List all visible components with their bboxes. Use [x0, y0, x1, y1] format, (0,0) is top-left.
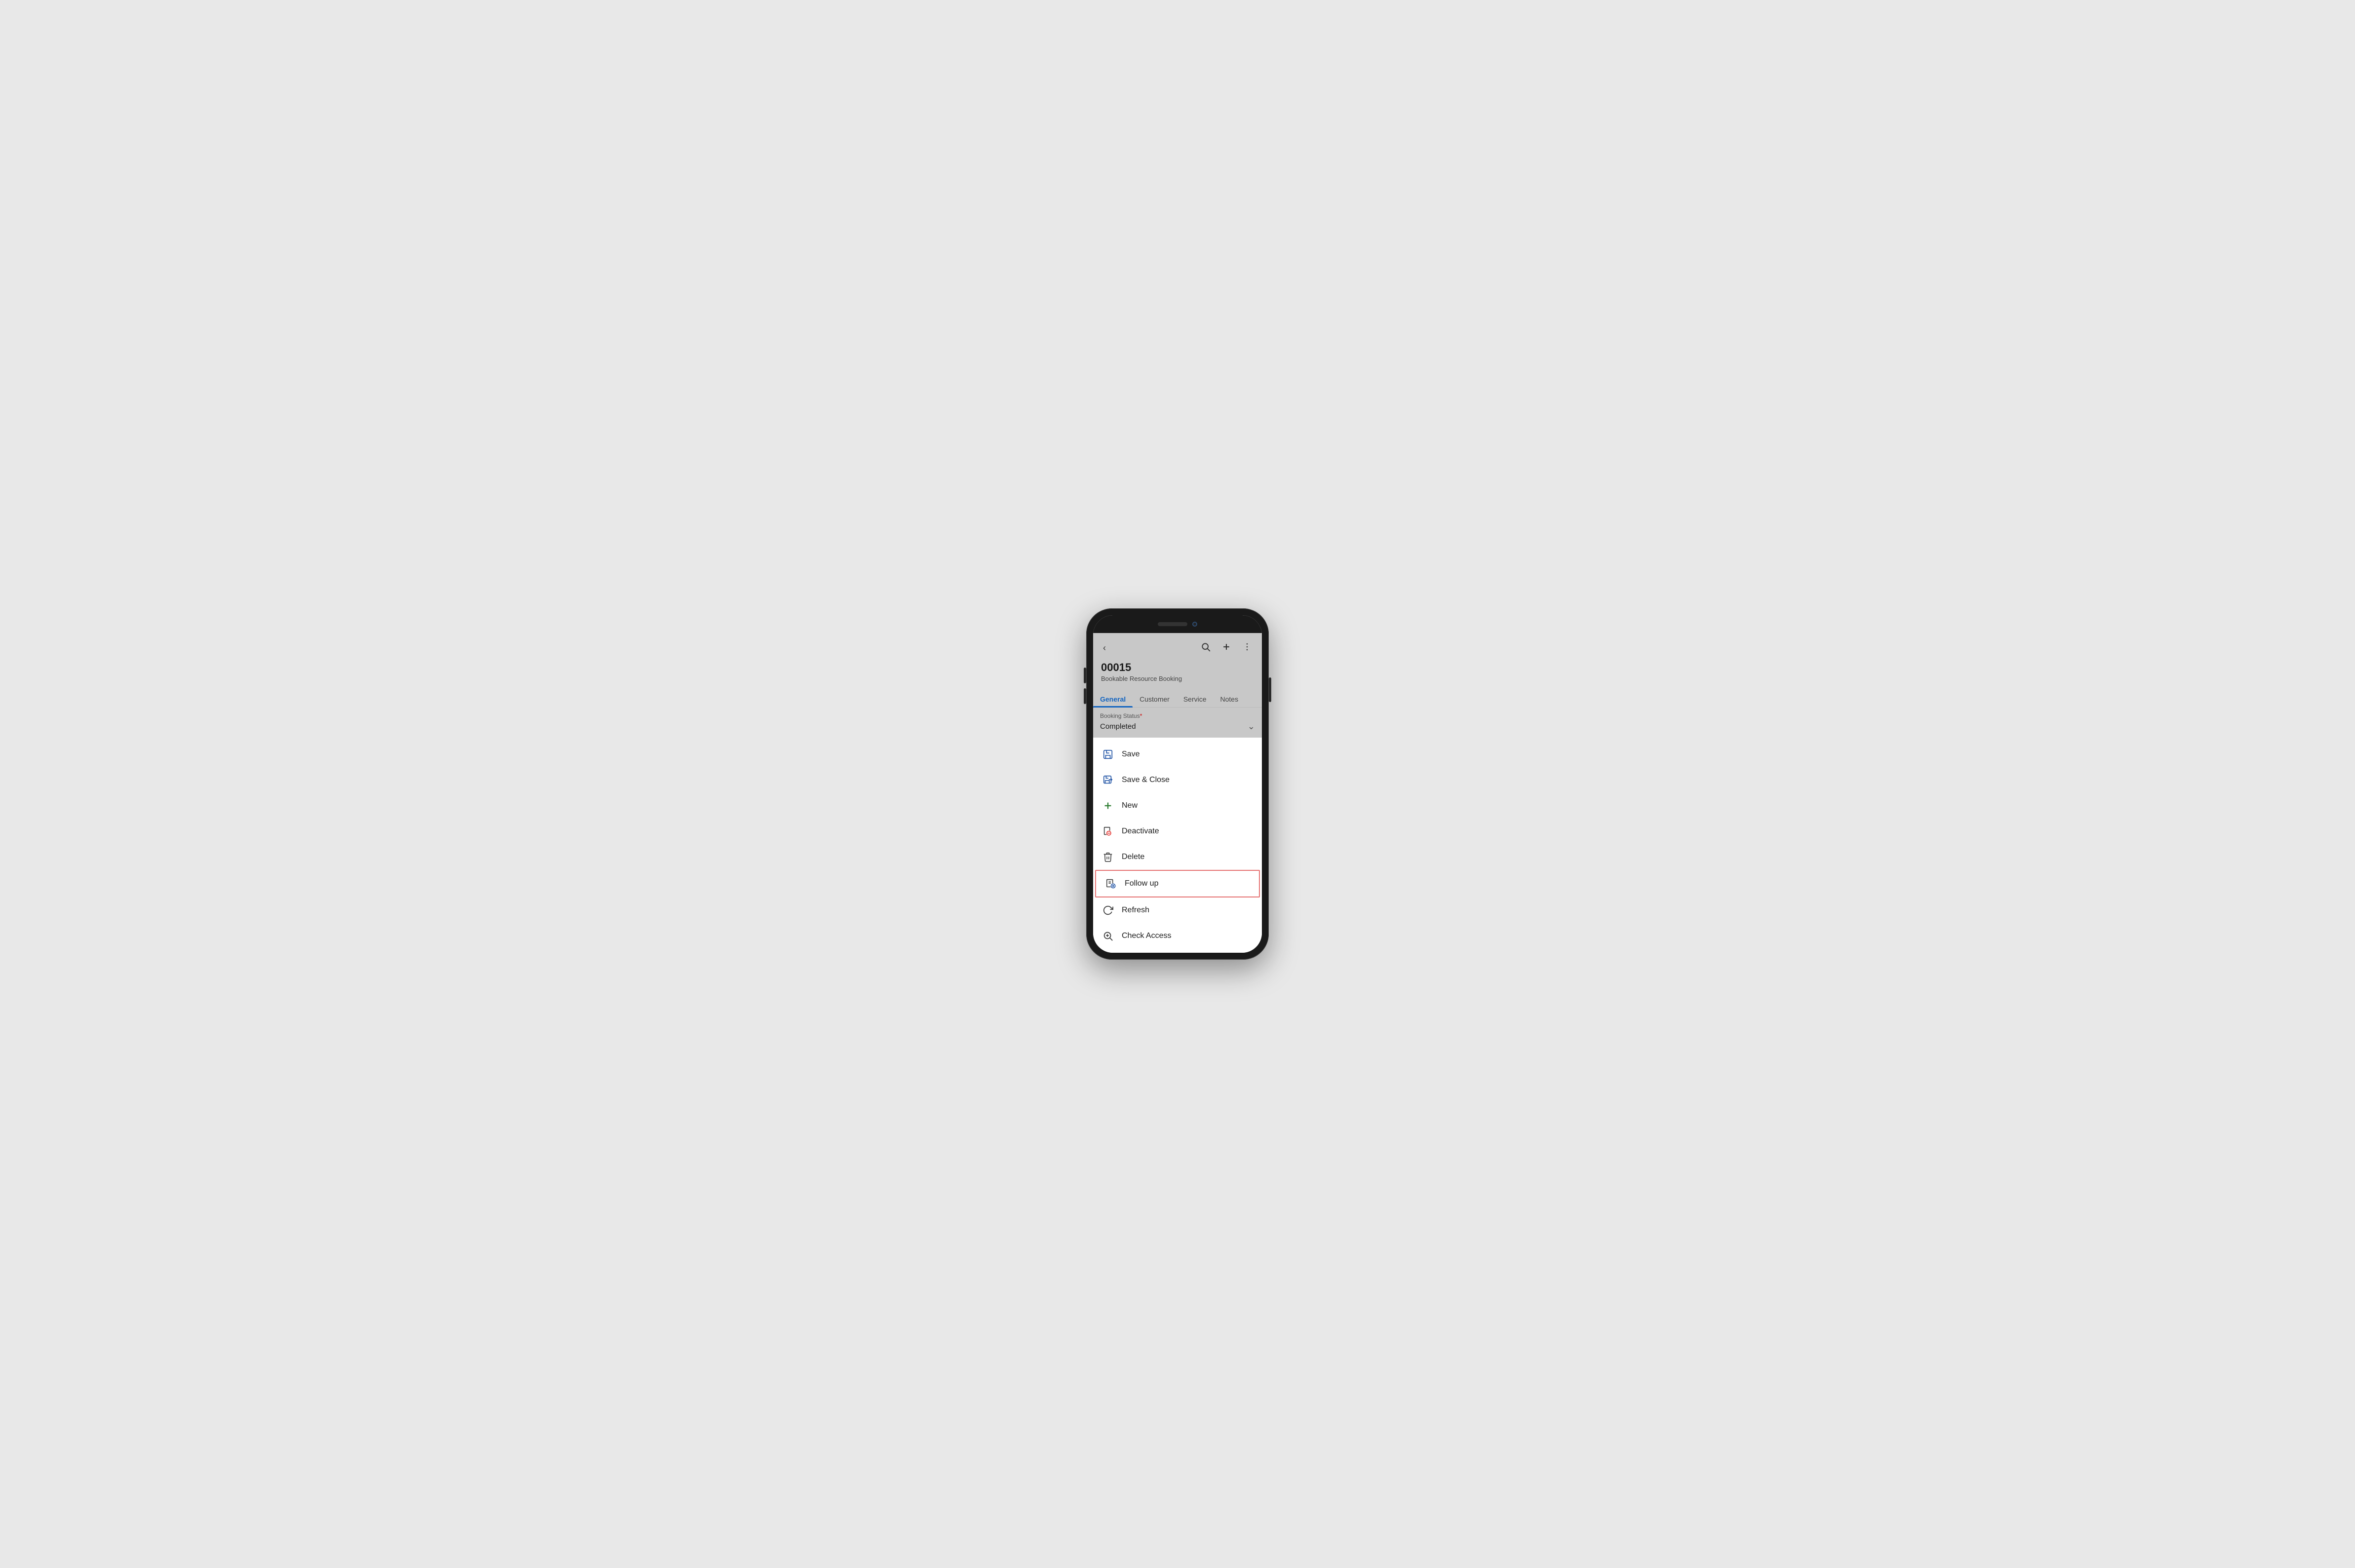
- new-icon: [1102, 800, 1114, 812]
- booking-status-label: Booking Status*: [1100, 712, 1255, 719]
- notch-bar: [1093, 615, 1262, 633]
- phone-frame: ‹: [1086, 608, 1269, 960]
- phone-screen: ‹: [1093, 615, 1262, 953]
- app-header: ‹: [1093, 633, 1262, 686]
- power-btn: [1269, 677, 1271, 702]
- new-label: New: [1122, 801, 1138, 810]
- booking-status-value: Completed: [1100, 722, 1136, 731]
- tabs-bar: General Customer Service Notes: [1093, 686, 1262, 708]
- tab-customer[interactable]: Customer: [1133, 691, 1177, 707]
- more-button[interactable]: [1240, 640, 1254, 656]
- header-icons-right: [1199, 640, 1254, 656]
- vol-down-btn: [1084, 688, 1086, 704]
- tab-general[interactable]: General: [1093, 691, 1133, 707]
- follow-up-label: Follow up: [1125, 879, 1158, 888]
- save-label: Save: [1122, 750, 1140, 759]
- delete-icon: [1102, 851, 1114, 863]
- refresh-icon: [1102, 904, 1114, 916]
- back-button[interactable]: ‹: [1101, 641, 1108, 655]
- save-close-label: Save & Close: [1122, 776, 1170, 784]
- record-type: Bookable Resource Booking: [1101, 675, 1254, 682]
- header-icons: ‹: [1101, 640, 1254, 656]
- check-access-icon: [1102, 930, 1114, 942]
- save-close-menu-item[interactable]: Save & Close: [1093, 767, 1262, 793]
- tab-notes[interactable]: Notes: [1214, 691, 1246, 707]
- menu-list: Save Save & Close: [1093, 738, 1262, 953]
- check-access-label: Check Access: [1122, 932, 1171, 940]
- search-button[interactable]: [1199, 640, 1213, 656]
- check-access-menu-item[interactable]: Check Access: [1093, 923, 1262, 949]
- followup-icon: [1105, 878, 1117, 890]
- refresh-menu-item[interactable]: Refresh: [1093, 897, 1262, 923]
- tab-service[interactable]: Service: [1177, 691, 1214, 707]
- deactivate-menu-item[interactable]: Deactivate: [1093, 819, 1262, 844]
- speaker: [1158, 622, 1187, 626]
- save-close-icon: [1102, 774, 1114, 786]
- record-id: 00015: [1101, 661, 1254, 674]
- save-menu-item[interactable]: Save: [1093, 742, 1262, 767]
- deactivate-label: Deactivate: [1122, 827, 1159, 836]
- booking-status-area: Booking Status* Completed ⌄: [1093, 708, 1262, 738]
- vol-up-btn: [1084, 668, 1086, 683]
- booking-status-dropdown[interactable]: Completed ⌄: [1100, 721, 1255, 732]
- follow-up-menu-item[interactable]: Follow up: [1095, 870, 1260, 897]
- new-menu-item[interactable]: New: [1093, 793, 1262, 819]
- delete-menu-item[interactable]: Delete: [1093, 844, 1262, 870]
- refresh-label: Refresh: [1122, 906, 1149, 915]
- delete-label: Delete: [1122, 853, 1144, 861]
- deactivate-icon: [1102, 825, 1114, 837]
- add-button[interactable]: [1219, 640, 1233, 656]
- chevron-down-icon: ⌄: [1248, 721, 1255, 732]
- save-icon: [1102, 748, 1114, 760]
- camera: [1192, 622, 1197, 627]
